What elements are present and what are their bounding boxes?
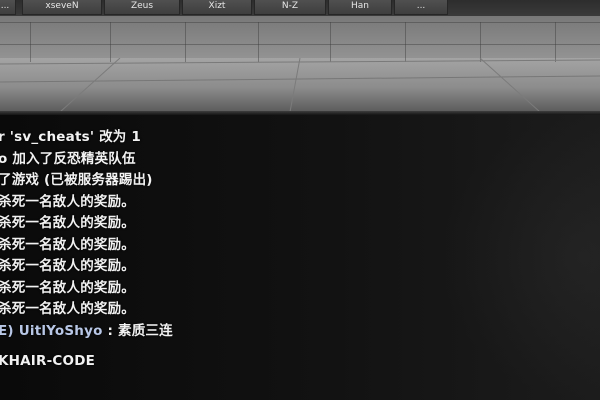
scoreboard-strip: ... xseveN Zeus Xizt N-Z Han ... (0, 0, 600, 16)
chat-separator: : (102, 323, 118, 339)
console-panel: r 'sv_cheats' 改为 1 o 加入了反恐精英队伍 了游戏 (已被服务… (0, 115, 600, 400)
console-line: 杀死一名敌人的奖励。 (0, 237, 135, 253)
player-plate: Han (328, 0, 392, 15)
player-plate: Zeus (104, 0, 180, 15)
console-line: 杀死一名敌人的奖励。 (0, 215, 135, 231)
console-line: 杀死一名敌人的奖励。 (0, 280, 135, 296)
game-scene: ... xseveN Zeus Xizt N-Z Han ... (0, 0, 600, 112)
player-plate: Xizt (182, 0, 252, 15)
player-plate: xseveN (22, 0, 102, 15)
chat-prefix: E) (0, 323, 14, 339)
player-plate: ... (394, 0, 448, 15)
console-line: r 'sv_cheats' 改为 1 (0, 129, 141, 145)
player-plate: N-Z (254, 0, 326, 15)
console-line: o 加入了反恐精英队伍 (0, 151, 136, 167)
console-line: 杀死一名敌人的奖励。 (0, 258, 135, 274)
chat-text: 素质三连 (118, 323, 173, 339)
wall-tiles (0, 14, 600, 62)
console-footer-line: KHAIR-CODE (0, 353, 96, 369)
console-line: 了游戏 (已被服务器踢出) (0, 172, 153, 188)
console-line: 杀死一名敌人的奖励。 (0, 301, 135, 317)
player-plate: ... (0, 0, 16, 15)
floor-lines (0, 58, 600, 112)
chat-sender-name[interactable]: UitlYoShyo (19, 323, 103, 339)
console-line: 杀死一名敌人的奖励。 (0, 194, 135, 210)
chat-message: E) UitlYoShyo : 素质三连 (0, 319, 173, 339)
